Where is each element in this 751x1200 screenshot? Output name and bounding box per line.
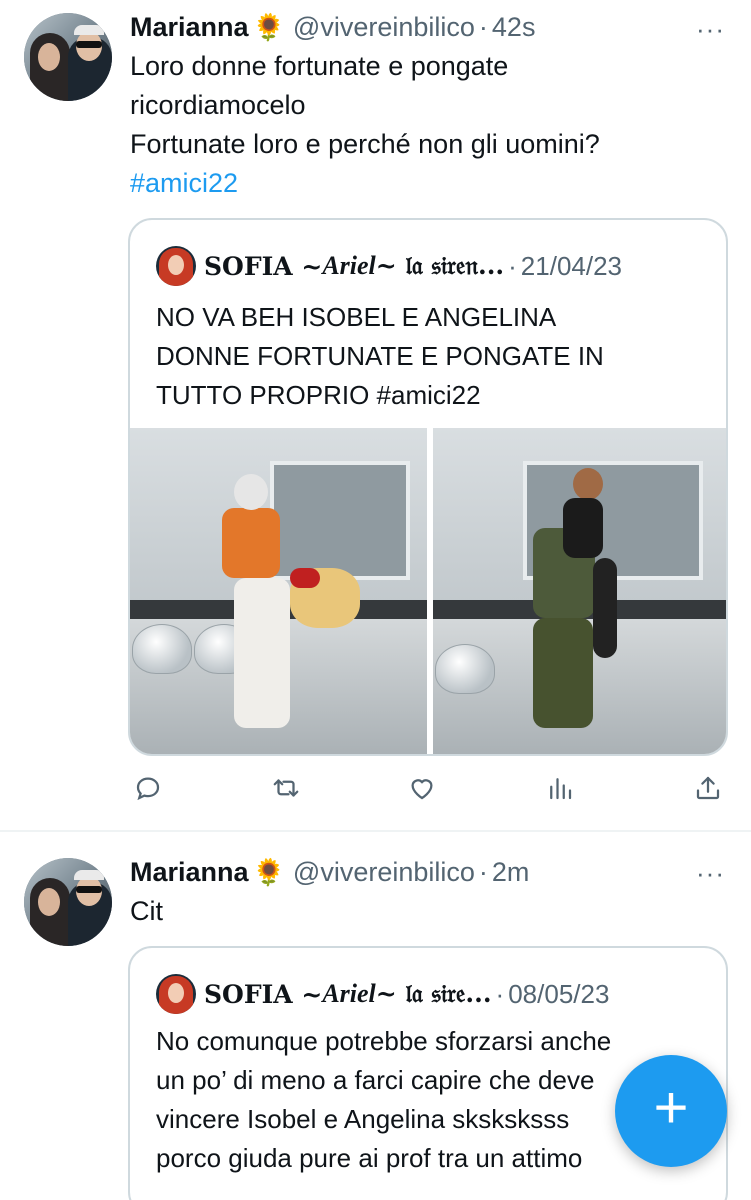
author-handle[interactable]: @vivereinbilico — [293, 857, 475, 888]
more-options-icon[interactable]: ··· — [696, 14, 725, 45]
quoted-tweet[interactable]: SOFIA ~ Ariel ~ 𝔩𝔞 𝔰𝔦𝔯𝔢𝔫... · 21/04/23 N… — [128, 218, 728, 756]
sunflower-emoji: 🌻 — [252, 12, 285, 42]
views-icon[interactable] — [542, 770, 578, 806]
quoted-author-name: SOFIA ~ — [204, 251, 323, 281]
quoted-text-line: TUTTO PROPRIO #amici22 — [156, 380, 481, 410]
separator-dot: · — [478, 856, 488, 887]
quoted-date: 08/05/23 — [508, 978, 610, 1009]
sunflower-emoji: 🌻 — [252, 857, 285, 887]
like-icon[interactable] — [404, 770, 440, 806]
tweet-text-line: ricordiamocelo — [130, 90, 306, 120]
quoted-avatar[interactable] — [156, 246, 196, 286]
separator-dot: · — [478, 11, 488, 42]
avatar[interactable] — [24, 858, 112, 946]
separator-dot: · — [508, 250, 517, 281]
tweet[interactable]: Marianna 🌻 @vivereinbilico · 42s ··· Lor… — [0, 0, 751, 832]
quoted-tweet-header: SOFIA ~ Ariel ~ 𝔩𝔞 𝔰𝔦𝔯𝔢𝔫... · 21/04/23 — [156, 246, 622, 286]
avatar[interactable] — [24, 13, 112, 101]
quoted-tweet-header: SOFIA ~ Ariel ~ 𝔩𝔞 𝔰𝔦𝔯𝔢... · 08/05/23 — [156, 974, 609, 1014]
tweet-actions — [130, 770, 730, 810]
share-icon[interactable] — [690, 770, 726, 806]
retweet-icon[interactable] — [268, 770, 304, 806]
reply-icon[interactable] — [130, 770, 166, 806]
tweet-time[interactable]: 2m — [492, 857, 530, 888]
tweet-header: Marianna 🌻 @vivereinbilico · 42s — [130, 7, 535, 47]
quoted-date: 21/04/23 — [520, 250, 623, 281]
tweet-text: Cit — [130, 896, 163, 926]
more-options-icon[interactable]: ··· — [696, 858, 725, 889]
hashtag-link[interactable]: #amici22 — [130, 164, 720, 203]
tweet-time[interactable]: 42s — [492, 12, 536, 43]
photo-dancers-left[interactable] — [130, 428, 427, 754]
quoted-author-name: SOFIA ~ — [204, 979, 323, 1009]
quoted-text-line: DONNE FORTUNATE E PONGATE IN — [156, 341, 604, 371]
separator-dot: · — [495, 978, 505, 1009]
quoted-author-name-rest: ~ 𝔩𝔞 𝔰𝔦𝔯𝔢... — [375, 979, 492, 1008]
tweet-text: Loro donne fortunate e pongate ricordiam… — [130, 47, 720, 203]
quoted-text-line: No comunque potrebbe sforzarsi anche — [156, 1026, 612, 1056]
quoted-avatar[interactable] — [156, 974, 196, 1014]
compose-button[interactable]: + — [615, 1055, 727, 1167]
tweet-text-line: Fortunate loro e perché non gli uomini? — [130, 129, 600, 159]
author-name[interactable]: Marianna — [130, 12, 249, 43]
author-name[interactable]: Marianna — [130, 857, 249, 888]
tweet-text-line: Loro donne fortunate e pongate — [130, 51, 509, 81]
quoted-media[interactable] — [130, 428, 726, 754]
quoted-tweet-text: NO VA BEH ISOBEL E ANGELINA DONNE FORTUN… — [156, 298, 716, 415]
author-handle[interactable]: @vivereinbilico — [293, 12, 475, 43]
compose-plus-icon: + — [653, 1074, 689, 1141]
photo-dancers-right[interactable] — [433, 428, 726, 754]
quoted-text-line: NO VA BEH ISOBEL E ANGELINA — [156, 302, 557, 332]
quoted-author-name-ariel: Ariel — [322, 979, 376, 1008]
quoted-author-name-ariel: Ariel — [322, 251, 376, 280]
quoted-author-name-rest: ~ 𝔩𝔞 𝔰𝔦𝔯𝔢𝔫... — [375, 251, 505, 280]
tweet-header: Marianna 🌻 @vivereinbilico · 2m — [130, 852, 529, 892]
